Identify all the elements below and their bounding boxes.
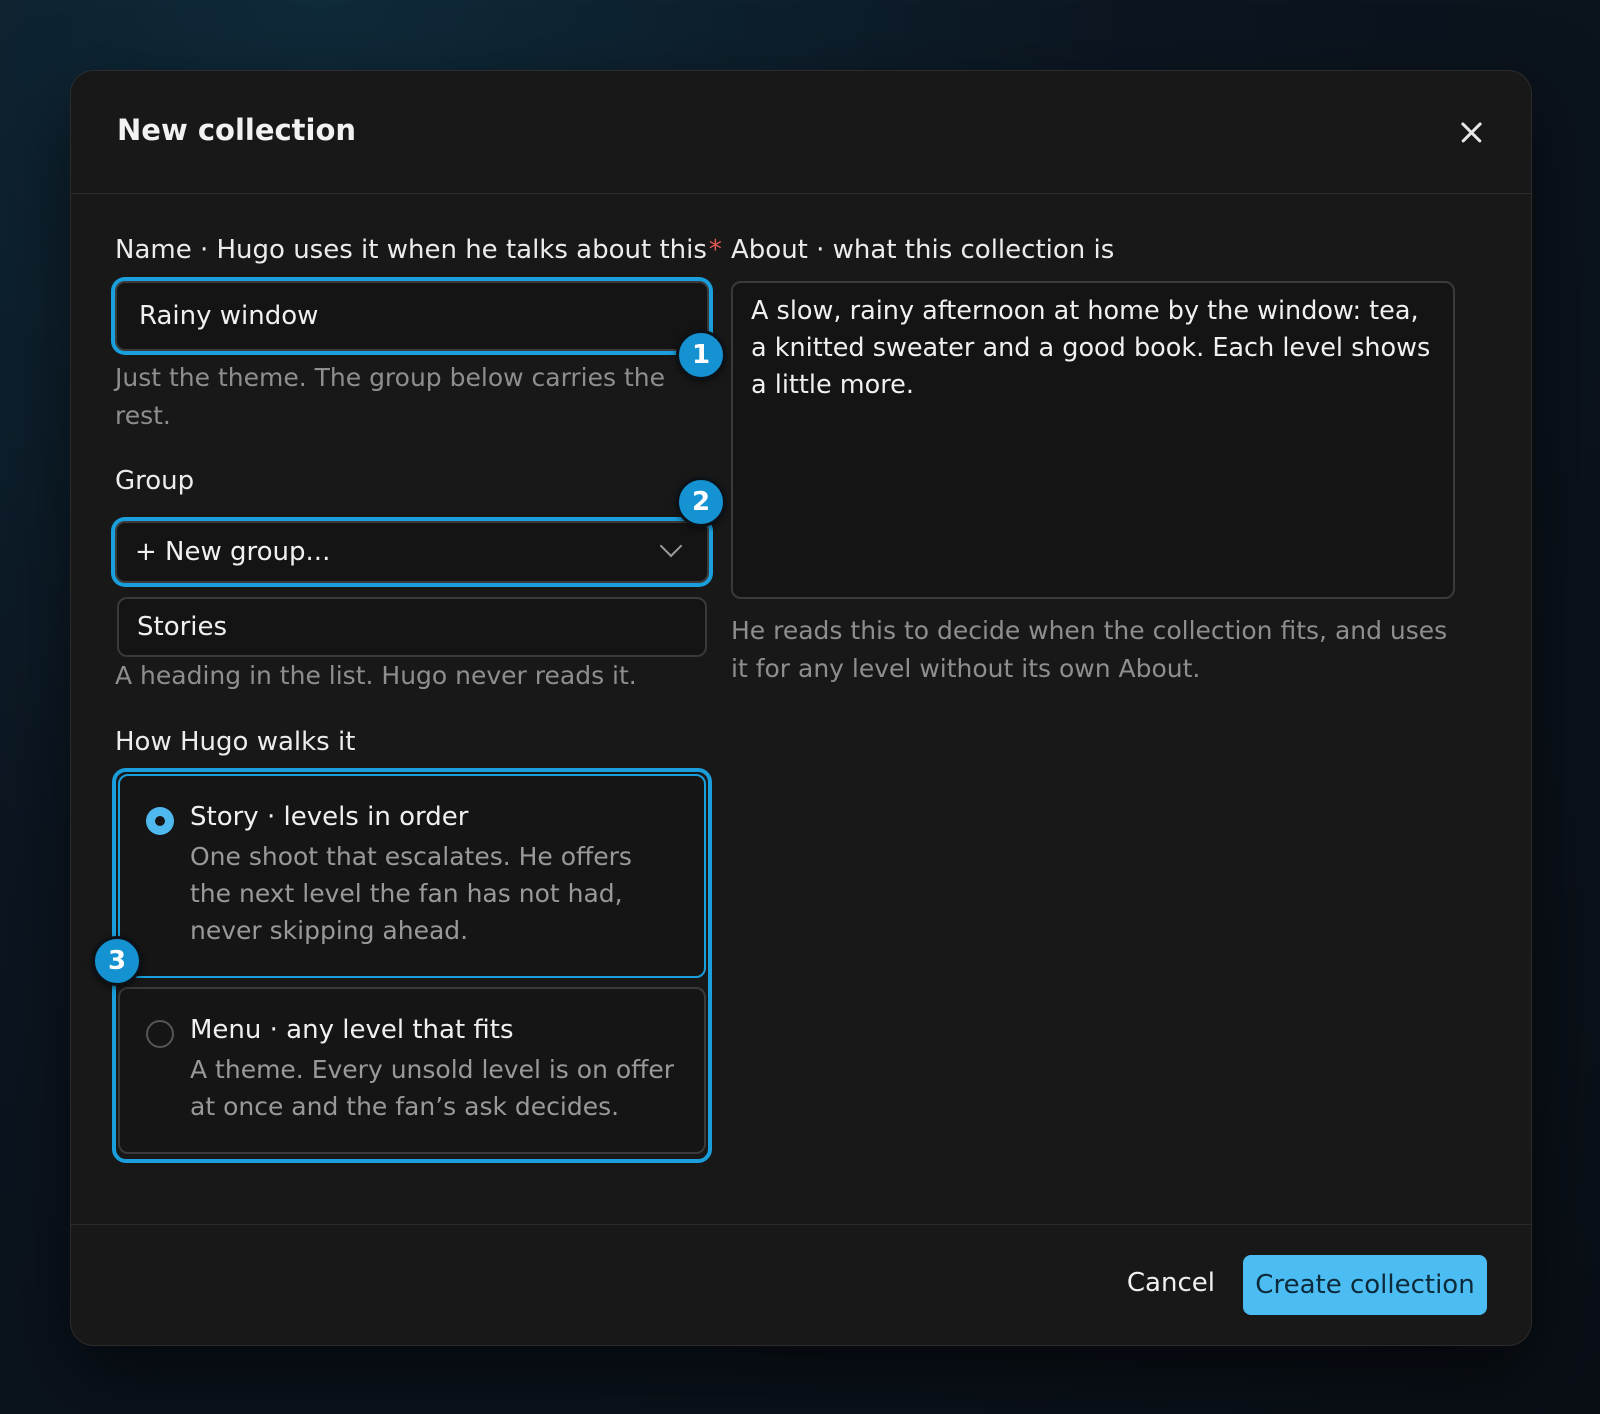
name-hint: Just the theme. The group below carries … (115, 363, 666, 430)
walk-mode-radio-group: Story · levels in order One shoot that e… (112, 768, 712, 1163)
name-input[interactable]: Rainy window (115, 281, 709, 351)
annotation-badge-2: 2 (676, 477, 726, 527)
group-label: Group (115, 466, 195, 496)
group-select-value: + New group... (135, 537, 331, 567)
dialog-title: New collection (117, 113, 357, 147)
about-textarea[interactable]: A slow, rainy afternoon at home by the w… (731, 281, 1455, 599)
option-title: Story · levels in order (190, 802, 469, 832)
about-label: About · what this collection is (731, 235, 1115, 265)
new-collection-dialog: New collection Name · Hugo uses it when … (70, 70, 1532, 1346)
close-icon[interactable] (1453, 115, 1489, 151)
group-select[interactable]: + New group... (115, 521, 709, 583)
create-collection-button[interactable]: Create collection (1243, 1255, 1487, 1315)
required-mark: * (708, 235, 722, 265)
cancel-button[interactable]: Cancel (1111, 1253, 1231, 1313)
annotation-badge-3: 3 (92, 936, 142, 986)
new-group-name-input[interactable]: Stories (117, 597, 707, 657)
option-description: One shoot that escalates. He offers the … (190, 842, 632, 945)
name-label: Name · Hugo uses it when he talks about … (115, 235, 722, 265)
chevron-down-icon (659, 534, 683, 558)
about-hint: He reads this to decide when the collect… (731, 616, 1448, 683)
radio-unselected-icon[interactable] (146, 1020, 174, 1048)
name-label-text: Name · Hugo uses it when he talks about … (115, 235, 707, 265)
dialog-footer: Cancel Create collection (71, 1224, 1531, 1345)
option-description: A theme. Every unsold level is on offer … (190, 1055, 675, 1121)
radio-selected-icon[interactable] (146, 807, 174, 835)
option-title: Menu · any level that fits (190, 1015, 514, 1045)
walk-mode-option-story[interactable]: Story · levels in order One shoot that e… (118, 774, 706, 978)
walk-mode-option-menu[interactable]: Menu · any level that fits A theme. Ever… (118, 987, 706, 1154)
annotation-badge-1: 1 (676, 330, 726, 380)
dialog-header: New collection (71, 71, 1531, 194)
group-hint: A heading in the list. Hugo never reads … (115, 661, 637, 690)
walk-mode-label: How Hugo walks it (115, 727, 356, 757)
